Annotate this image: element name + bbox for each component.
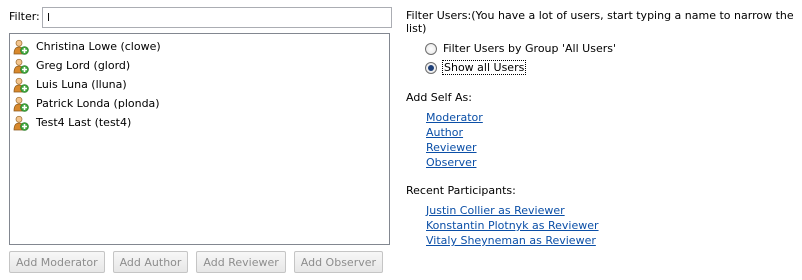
user-label: Test4 Last (test4) (36, 116, 132, 129)
recent-participant-link[interactable]: Vitaly Sheyneman as Reviewer (426, 233, 798, 248)
user-add-icon (13, 115, 29, 131)
user-add-icon (13, 77, 29, 93)
user-item-lluna[interactable]: Luis Luna (lluna) (10, 75, 389, 94)
filter-by-group-radio-row[interactable]: Filter Users by Group 'All Users' (425, 39, 798, 58)
user-item-clowe[interactable]: Christina Lowe (clowe) (10, 37, 389, 56)
user-item-glord[interactable]: Greg Lord (glord) (10, 56, 389, 75)
filter-input[interactable] (42, 7, 392, 28)
add-self-observer-link[interactable]: Observer (426, 155, 798, 170)
add-self-heading: Add Self As: (406, 91, 472, 104)
add-reviewer-button[interactable]: Add Reviewer (196, 251, 286, 273)
user-list[interactable]: Christina Lowe (clowe) Greg Lord (glord)… (9, 33, 390, 245)
show-all-users-radio[interactable] (425, 61, 437, 74)
user-label: Patrick Londa (plonda) (36, 97, 160, 110)
show-all-users-label[interactable]: Show all Users (441, 60, 527, 75)
user-add-icon (13, 58, 29, 74)
filter-users-heading: Filter Users:(You have a lot of users, s… (406, 9, 794, 35)
add-author-button[interactable]: Add Author (112, 251, 189, 273)
recent-participant-link[interactable]: Justin Collier as Reviewer (426, 203, 798, 218)
user-item-plonda[interactable]: Patrick Londa (plonda) (10, 94, 389, 113)
add-self-moderator-link[interactable]: Moderator (426, 110, 798, 125)
recent-participants-section: Recent Participants: Justin Collier as R… (406, 184, 798, 248)
user-label: Luis Luna (lluna) (36, 78, 127, 91)
recent-participants-heading: Recent Participants: (406, 184, 516, 197)
user-label: Greg Lord (glord) (36, 59, 131, 72)
user-add-icon (13, 96, 29, 112)
user-item-test4[interactable]: Test4 Last (test4) (10, 113, 389, 132)
user-label: Christina Lowe (clowe) (36, 40, 161, 53)
recent-participant-link[interactable]: Konstantin Plotnyk as Reviewer (426, 218, 798, 233)
add-self-reviewer-link[interactable]: Reviewer (426, 140, 798, 155)
add-role-buttons: Add Moderator Add Author Add Reviewer Ad… (9, 251, 384, 273)
filter-by-group-label[interactable]: Filter Users by Group 'All Users' (443, 42, 616, 55)
show-all-users-radio-row[interactable]: Show all Users (425, 58, 798, 77)
add-observer-button[interactable]: Add Observer (293, 251, 384, 273)
user-add-icon (13, 39, 29, 55)
filter-by-group-radio[interactable] (425, 42, 437, 55)
right-panel: Filter Users:(You have a lot of users, s… (406, 9, 798, 248)
add-self-section: Add Self As: Moderator Author Reviewer O… (406, 91, 798, 170)
add-moderator-button[interactable]: Add Moderator (9, 251, 105, 273)
add-self-author-link[interactable]: Author (426, 125, 798, 140)
filter-label: Filter: (9, 10, 40, 23)
